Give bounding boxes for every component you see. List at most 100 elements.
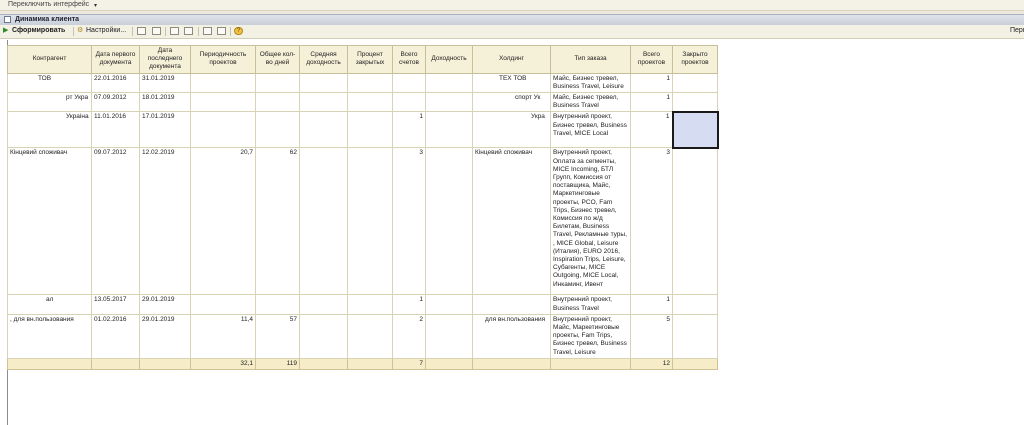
cell[interactable]: 1 (630, 294, 673, 315)
cell[interactable]: 09.07.2012 (91, 147, 140, 296)
cell[interactable] (392, 92, 426, 113)
total-cell[interactable] (347, 357, 393, 371)
cell[interactable] (190, 72, 256, 94)
cell[interactable]: 12.02.2019 (139, 147, 191, 296)
cell[interactable]: 1 (630, 92, 673, 113)
cell[interactable] (425, 111, 473, 149)
cell[interactable] (392, 72, 426, 94)
cell[interactable] (255, 111, 300, 149)
document-icon[interactable] (152, 27, 161, 35)
table-row[interactable]: Кінцевий споживач 09.07.2012 12.02.2019 … (7, 147, 718, 296)
cell[interactable]: 1 (392, 111, 426, 149)
cell[interactable] (347, 72, 393, 94)
cell[interactable] (347, 92, 393, 113)
cell[interactable]: Майс, Бизнес тревел, Business Travel, Le… (550, 72, 631, 94)
cell[interactable]: 3 (392, 147, 426, 296)
cell[interactable]: , для вн.пользования (7, 313, 92, 359)
cell[interactable]: для вн.пользования (472, 313, 551, 359)
interface-switch-menu[interactable]: Переключить интерфейс (8, 1, 89, 8)
total-cell[interactable] (425, 357, 473, 371)
collapse-icon[interactable] (203, 27, 212, 35)
cell[interactable]: спорт Ук (472, 92, 551, 113)
cell[interactable]: 1 (630, 72, 673, 94)
cell[interactable]: 20,7 (190, 147, 256, 296)
cell[interactable]: Внутренний проект, Бизнес тревел, Busine… (550, 111, 631, 149)
cell[interactable] (425, 313, 473, 359)
cell[interactable]: ТОВ (7, 72, 92, 94)
total-cell[interactable]: 32,1 (190, 357, 256, 371)
cell[interactable]: 11.01.2016 (91, 111, 140, 149)
cell[interactable]: 62 (255, 147, 300, 296)
cell[interactable]: 18.01.2019 (139, 92, 191, 113)
cell[interactable]: ал (7, 294, 92, 315)
cell[interactable]: 11,4 (190, 313, 256, 359)
cell[interactable] (347, 147, 393, 296)
cell[interactable]: Майс, Бизнес тревел, Business Travel (550, 92, 631, 113)
column-header[interactable]: Холдинг (472, 45, 551, 74)
column-header[interactable]: Общее кол-во дней (255, 45, 300, 74)
cell[interactable]: 1 (392, 294, 426, 315)
cell[interactable]: 31.01.2019 (139, 72, 191, 94)
cell[interactable]: 29.01.2019 (139, 294, 191, 315)
chevron-down-icon[interactable]: ▾ (94, 2, 97, 9)
cell[interactable] (672, 92, 718, 113)
cell[interactable]: 13.05.2017 (91, 294, 140, 315)
cell[interactable]: 22.01.2016 (91, 72, 140, 94)
cell[interactable]: Украіна (7, 111, 92, 149)
cell[interactable] (425, 294, 473, 315)
cell[interactable] (299, 147, 348, 296)
table-row[interactable]: Украіна 11.01.2016 17.01.2019 1 Укра Вну… (7, 110, 719, 149)
save-icon[interactable] (137, 27, 146, 35)
cell[interactable] (190, 111, 256, 149)
cell[interactable] (299, 294, 348, 315)
total-cell[interactable] (139, 357, 191, 371)
filter-icon[interactable] (170, 27, 179, 35)
column-header[interactable]: Дата последнего документа (139, 45, 191, 74)
total-cell[interactable]: 12 (630, 357, 673, 371)
cell[interactable] (299, 72, 348, 94)
column-header[interactable]: Процент закрытых (347, 45, 393, 74)
cell[interactable] (255, 92, 300, 113)
column-header[interactable]: Закрыто проектов (672, 45, 718, 74)
cell[interactable] (425, 92, 473, 113)
cell[interactable]: 3 (630, 147, 673, 296)
cell[interactable]: Внутренний проект, Business Travel (550, 294, 631, 315)
cell[interactable]: рт Укра (7, 92, 92, 113)
cell[interactable] (672, 72, 718, 94)
column-header[interactable]: Тип заказа (550, 45, 631, 74)
cell[interactable] (472, 294, 551, 315)
table-row[interactable]: , для вн.пользования 01.02.2016 29.01.20… (7, 313, 718, 359)
column-header[interactable]: Дата первого документа (91, 45, 140, 74)
selected-cell[interactable] (671, 110, 719, 149)
column-header[interactable]: Доходность (425, 45, 473, 74)
cell[interactable] (299, 111, 348, 149)
total-cell[interactable]: 119 (255, 357, 300, 371)
settings-button[interactable]: Настройки... (86, 26, 126, 36)
total-cell[interactable] (672, 357, 718, 371)
cell[interactable]: 2 (392, 313, 426, 359)
column-header[interactable]: Периодичность проектов (190, 45, 256, 74)
column-header[interactable]: Средняя доходность (299, 45, 348, 74)
cell[interactable] (347, 313, 393, 359)
column-header[interactable]: Всего проектов (630, 45, 673, 74)
table-row[interactable]: ал 13.05.2017 29.01.2019 1 Внутренний пр… (7, 294, 718, 315)
total-cell[interactable] (91, 357, 140, 371)
cell[interactable] (672, 313, 718, 359)
cell[interactable]: 01.02.2016 (91, 313, 140, 359)
cell[interactable]: Кінцевий споживач (472, 147, 551, 296)
cell[interactable]: 07.09.2012 (91, 92, 140, 113)
total-cell[interactable] (550, 357, 631, 371)
help-icon[interactable]: ? (234, 27, 243, 35)
cell[interactable]: Кінцевий споживач (7, 147, 92, 296)
expand-icon[interactable] (217, 27, 226, 35)
cell[interactable] (255, 294, 300, 315)
cell[interactable] (190, 294, 256, 315)
table-icon[interactable] (184, 27, 193, 35)
cell[interactable]: 29.01.2019 (139, 313, 191, 359)
cell[interactable] (299, 92, 348, 113)
column-header[interactable]: Всего счетов (392, 45, 426, 74)
cell[interactable] (672, 147, 718, 296)
cell[interactable] (255, 72, 300, 94)
cell[interactable]: ТЕХ ТОВ (472, 72, 551, 94)
cell[interactable]: Внутренний проект, Оплата за сегменты, M… (550, 147, 631, 296)
